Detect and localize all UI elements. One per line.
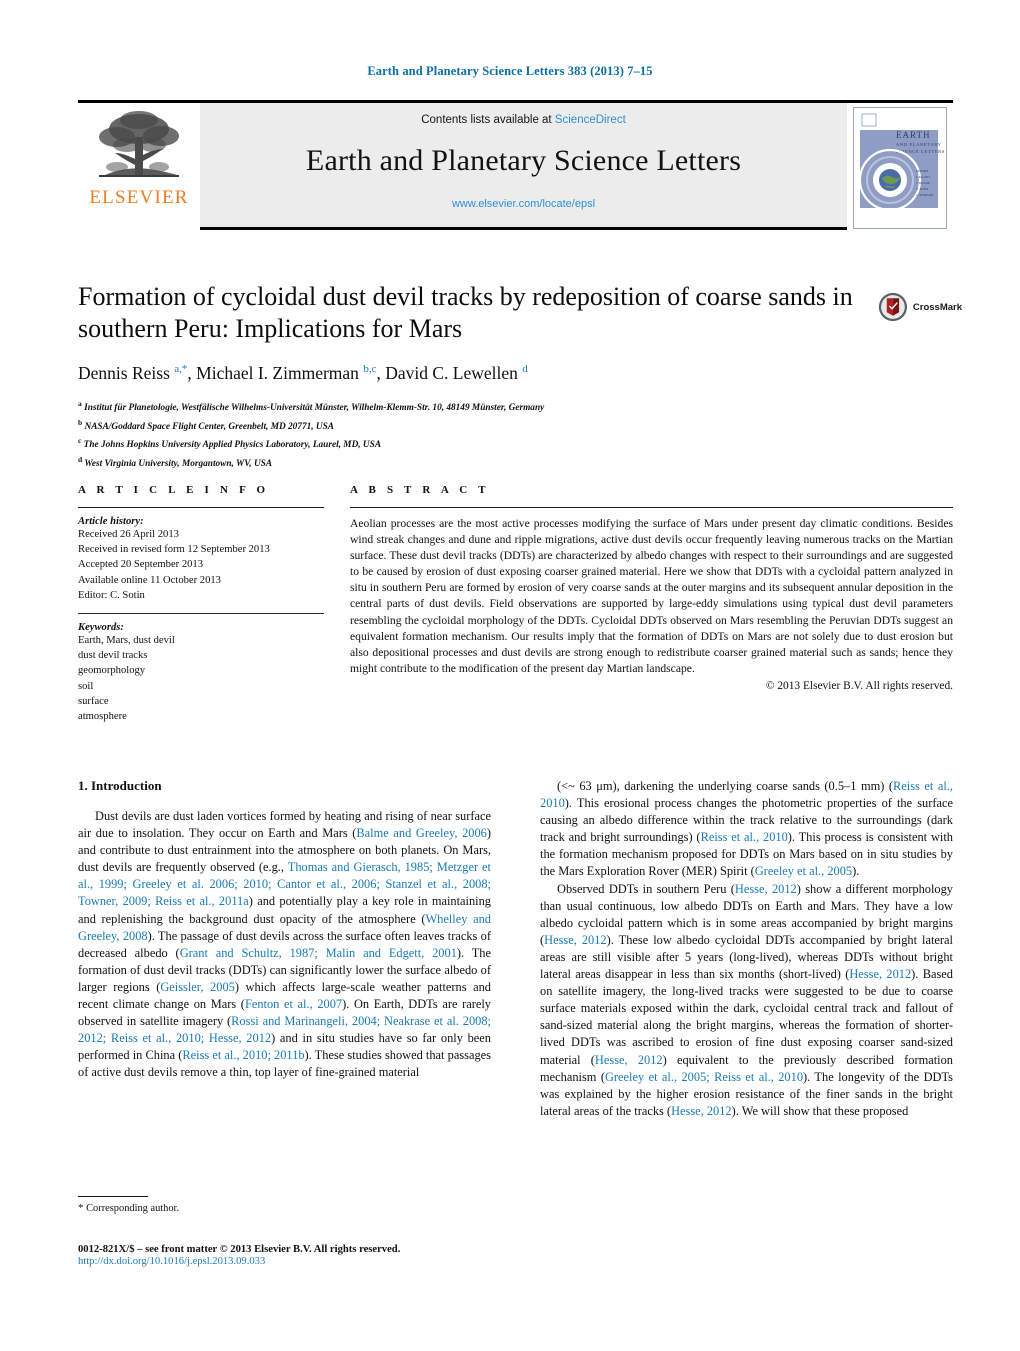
elsevier-wordmark: ELSEVIER bbox=[89, 187, 189, 208]
contents-prefix: Contents lists available at bbox=[421, 114, 555, 126]
affiliation-item: b NASA/Goddard Space Flight Center, Gree… bbox=[78, 416, 868, 435]
abstract-column: A B S T R A C T Aeolian processes are th… bbox=[350, 484, 953, 724]
issn-copyright-line: 0012-821X/$ – see front matter © 2013 El… bbox=[78, 1244, 401, 1255]
affiliation-text: NASA/Goddard Space Flight Center, Greenb… bbox=[84, 421, 335, 432]
journal-title: Earth and Planetary Science Letters bbox=[305, 144, 742, 177]
body-columns: 1. Introduction Dust devils are dust lad… bbox=[78, 778, 953, 1218]
crossmark-badge[interactable]: CrossMark bbox=[878, 286, 962, 328]
paragraph: Dust devils are dust laden vortices form… bbox=[78, 809, 492, 1080]
article-info-heading: A R T I C L E I N F O bbox=[78, 484, 270, 496]
affiliation-marker: b bbox=[78, 417, 83, 427]
article-history-item: Available online 11 October 2013 bbox=[78, 574, 221, 586]
affiliation-item: c The Johns Hopkins University Applied P… bbox=[78, 434, 868, 453]
article-info-column: A R T I C L E I N F O Article history: R… bbox=[78, 484, 324, 724]
divider bbox=[350, 507, 953, 508]
keyword-item: Earth, Mars, dust devil bbox=[78, 635, 175, 647]
svg-text:EARTH: EARTH bbox=[896, 130, 930, 140]
info-abstract-section: A R T I C L E I N F O Article history: R… bbox=[78, 484, 953, 724]
elsevier-logo-block: ELSEVIER bbox=[78, 100, 200, 230]
article-history-item: Received in revised form 12 September 20… bbox=[78, 544, 270, 556]
svg-text:L. STIXRUDE: L. STIXRUDE bbox=[916, 193, 933, 197]
keyword-item: geomorphology bbox=[78, 665, 146, 677]
keyword-item: atmosphere bbox=[78, 711, 127, 723]
body-column-right: (<~ 63 μm), darkening the underlying coa… bbox=[540, 778, 953, 1218]
paragraph: (<~ 63 μm), darkening the underlying coa… bbox=[540, 779, 953, 879]
sciencedirect-link[interactable]: ScienceDirect bbox=[555, 114, 626, 126]
footnote-text: * Corresponding author. bbox=[78, 1202, 491, 1214]
affiliation-text: Institut für Planetologie, Westfälische … bbox=[84, 403, 545, 414]
article-history-label: Article history: bbox=[78, 516, 144, 527]
svg-text:EDITORS: EDITORS bbox=[916, 169, 929, 173]
svg-text:T. ELLIOTT: T. ELLIOTT bbox=[916, 175, 931, 179]
title-block: Formation of cycloidal dust devil tracks… bbox=[78, 281, 868, 472]
cover-artwork: EARTH AND PLANETARY SCIENCE LETTERS EDIT… bbox=[854, 108, 944, 226]
section-heading-introduction: 1. Introduction bbox=[78, 778, 162, 793]
article-history-item: Editor: C. Sotin bbox=[78, 589, 145, 601]
abstract-copyright: © 2013 Elsevier B.V. All rights reserved… bbox=[765, 679, 953, 692]
body-column-left: 1. Introduction Dust devils are dust lad… bbox=[78, 778, 491, 1218]
journal-homepage-link[interactable]: www.elsevier.com/locate/epsl bbox=[452, 198, 595, 210]
affiliation-marker: c bbox=[78, 436, 82, 446]
keyword-item: surface bbox=[78, 695, 109, 707]
page-title: Formation of cycloidal dust devil tracks… bbox=[78, 282, 853, 343]
affiliation-text: The Johns Hopkins University Applied Phy… bbox=[83, 440, 382, 451]
affiliation-marker: d bbox=[78, 455, 83, 465]
svg-text:Y. RICARD: Y. RICARD bbox=[916, 181, 930, 185]
keyword-item: dust devil tracks bbox=[78, 650, 148, 662]
affiliation-text: West Virginia University, Morgantown, WV… bbox=[84, 459, 273, 470]
page-footer: 0012-821X/$ – see front matter © 2013 El… bbox=[78, 1244, 578, 1267]
article-history-item: Received 26 April 2013 bbox=[78, 529, 179, 540]
elsevier-tree-icon bbox=[99, 111, 179, 177]
affiliation-list: a Institut für Planetologie, Westfälisch… bbox=[78, 397, 868, 472]
abstract-text: Aeolian processes are the most active pr… bbox=[350, 517, 953, 675]
footnote-label: Corresponding author. bbox=[86, 1203, 180, 1214]
affiliation-marker: a bbox=[78, 399, 82, 408]
footnote-divider bbox=[78, 1196, 148, 1197]
corresponding-author-footnote: * Corresponding author. bbox=[78, 1196, 491, 1214]
divider bbox=[78, 507, 324, 508]
crossmark-icon bbox=[878, 292, 908, 322]
article-page: Earth and Planetary Science Letters 383 … bbox=[0, 0, 1020, 1351]
divider bbox=[78, 613, 324, 615]
masthead-center: Contents lists available at ScienceDirec… bbox=[200, 100, 847, 230]
keyword-item: soil bbox=[78, 680, 94, 692]
journal-cover-thumbnail: EARTH AND PLANETARY SCIENCE LETTERS EDIT… bbox=[853, 107, 947, 229]
contents-available-line: Contents lists available at ScienceDirec… bbox=[421, 114, 626, 126]
journal-masthead: ELSEVIER Contents lists available at Sci… bbox=[78, 100, 953, 230]
abstract-heading: A B S T R A C T bbox=[350, 484, 490, 496]
journal-cover-block: EARTH AND PLANETARY SCIENCE LETTERS EDIT… bbox=[847, 100, 953, 230]
keywords-label: Keywords: bbox=[78, 622, 124, 634]
article-history-item: Accepted 20 September 2013 bbox=[78, 559, 204, 571]
paragraph: Observed DDTs in southern Peru (Hesse, 2… bbox=[540, 881, 953, 1118]
crossmark-label: CrossMark bbox=[912, 301, 962, 313]
author-list: Dennis Reiss a,*, Michael I. Zimmerman b… bbox=[78, 363, 528, 383]
running-head: Earth and Planetary Science Letters 383 … bbox=[367, 64, 653, 78]
svg-text:C. SOTIN: C. SOTIN bbox=[916, 187, 928, 191]
affiliation-item: a Institut für Planetologie, Westfälisch… bbox=[78, 397, 868, 416]
doi-link[interactable]: http://dx.doi.org/10.1016/j.epsl.2013.09… bbox=[78, 1256, 578, 1267]
svg-text:AND PLANETARY: AND PLANETARY bbox=[896, 142, 942, 147]
affiliation-item: d West Virginia University, Morgantown, … bbox=[78, 453, 868, 472]
footnote-marker: * bbox=[78, 1202, 84, 1214]
